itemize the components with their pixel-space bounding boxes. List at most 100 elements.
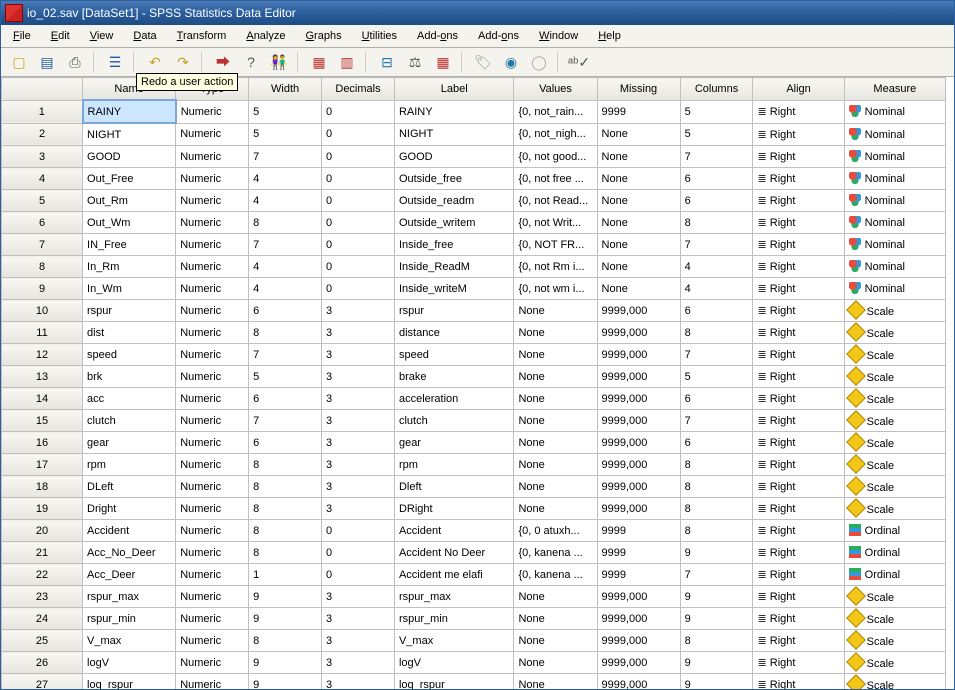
cell-missing[interactable]: None	[597, 278, 680, 300]
cell-missing[interactable]: None	[597, 212, 680, 234]
cell-width[interactable]: 4	[249, 168, 322, 190]
cell-width[interactable]: 8	[249, 542, 322, 564]
cell-columns[interactable]: 9	[680, 586, 753, 608]
cell-width[interactable]: 9	[249, 586, 322, 608]
cell-columns[interactable]: 9	[680, 542, 753, 564]
cell-measure[interactable]: Scale	[844, 432, 945, 454]
cell-width[interactable]: 7	[249, 234, 322, 256]
menu-view[interactable]: View	[84, 28, 120, 44]
cell-name[interactable]: Out_Rm	[83, 190, 176, 212]
cell-missing[interactable]: None	[597, 190, 680, 212]
cell-decimals[interactable]: 0	[322, 520, 395, 542]
cell-values[interactable]: None	[514, 498, 597, 520]
cell-values[interactable]: None	[514, 410, 597, 432]
row-header[interactable]: 20	[2, 520, 83, 542]
cell-decimals[interactable]: 0	[322, 278, 395, 300]
cell-type[interactable]: Numeric	[176, 256, 249, 278]
cell-missing[interactable]: 9999,000	[597, 586, 680, 608]
cell-measure[interactable]: Nominal	[844, 234, 945, 256]
cell-missing[interactable]: 9999,000	[597, 608, 680, 630]
cell-label[interactable]: clutch	[394, 410, 514, 432]
cell-type[interactable]: Numeric	[176, 278, 249, 300]
cell-name[interactable]: Out_Free	[83, 168, 176, 190]
cell-name[interactable]: NIGHT	[83, 123, 176, 146]
cell-columns[interactable]: 7	[680, 410, 753, 432]
cell-values[interactable]: None	[514, 454, 597, 476]
cell-name[interactable]: Acc_No_Deer	[83, 542, 176, 564]
cell-decimals[interactable]: 3	[322, 300, 395, 322]
cell-decimals[interactable]: 0	[322, 123, 395, 146]
cell-align[interactable]: Right	[753, 388, 844, 410]
cell-columns[interactable]: 9	[680, 608, 753, 630]
cell-values[interactable]: None	[514, 652, 597, 674]
cell-decimals[interactable]: 0	[322, 190, 395, 212]
row-header[interactable]: 21	[2, 542, 83, 564]
cell-label[interactable]: V_max	[394, 630, 514, 652]
cell-decimals[interactable]: 0	[322, 146, 395, 168]
row-header[interactable]: 14	[2, 388, 83, 410]
show-all-icon[interactable]: ◯	[527, 50, 551, 74]
cell-label[interactable]: Outside_readm	[394, 190, 514, 212]
cell-type[interactable]: Numeric	[176, 123, 249, 146]
row-header[interactable]: 24	[2, 608, 83, 630]
cell-align[interactable]: Right	[753, 520, 844, 542]
cell-measure[interactable]: Scale	[844, 608, 945, 630]
cell-measure[interactable]: Ordinal	[844, 564, 945, 586]
cell-decimals[interactable]: 3	[322, 454, 395, 476]
insert-var-icon[interactable]: ▥	[335, 50, 359, 74]
cell-align[interactable]: Right	[753, 608, 844, 630]
cell-align[interactable]: Right	[753, 410, 844, 432]
menu-addons-1[interactable]: Add-ons	[411, 28, 464, 44]
goto-case-icon[interactable]: ⮕	[211, 50, 235, 74]
cell-label[interactable]: rpm	[394, 454, 514, 476]
cell-align[interactable]: Right	[753, 366, 844, 388]
cell-columns[interactable]: 9	[680, 652, 753, 674]
cell-name[interactable]: clutch	[83, 410, 176, 432]
cell-values[interactable]: {0, kanena ...	[514, 564, 597, 586]
row-header[interactable]: 13	[2, 366, 83, 388]
cell-decimals[interactable]: 3	[322, 498, 395, 520]
variable-grid[interactable]: Name Type Width Decimals Label Values Mi…	[1, 77, 954, 689]
cell-values[interactable]: {0, not Rm i...	[514, 256, 597, 278]
cell-decimals[interactable]: 3	[322, 476, 395, 498]
cell-align[interactable]: Right	[753, 586, 844, 608]
cell-align[interactable]: Right	[753, 498, 844, 520]
row-header[interactable]: 10	[2, 300, 83, 322]
cell-columns[interactable]: 8	[680, 630, 753, 652]
cell-type[interactable]: Numeric	[176, 608, 249, 630]
open-icon[interactable]: ▢	[7, 50, 31, 74]
cell-label[interactable]: acceleration	[394, 388, 514, 410]
cell-width[interactable]: 1	[249, 564, 322, 586]
find-icon[interactable]: 👫	[267, 50, 291, 74]
cell-missing[interactable]: 9999,000	[597, 366, 680, 388]
cell-columns[interactable]: 8	[680, 520, 753, 542]
undo-icon[interactable]: ↶	[143, 50, 167, 74]
cell-label[interactable]: RAINY	[394, 100, 514, 123]
cell-measure[interactable]: Nominal	[844, 146, 945, 168]
split-icon[interactable]: ⊟	[375, 50, 399, 74]
cell-decimals[interactable]: 3	[322, 344, 395, 366]
cell-type[interactable]: Numeric	[176, 564, 249, 586]
cell-columns[interactable]: 7	[680, 234, 753, 256]
cell-values[interactable]: {0, NOT FR...	[514, 234, 597, 256]
cell-label[interactable]: Dleft	[394, 476, 514, 498]
cell-name[interactable]: rspur_min	[83, 608, 176, 630]
cell-name[interactable]: logV	[83, 652, 176, 674]
cell-columns[interactable]: 8	[680, 454, 753, 476]
cell-name[interactable]: gear	[83, 432, 176, 454]
cell-align[interactable]: Right	[753, 212, 844, 234]
cell-measure[interactable]: Scale	[844, 586, 945, 608]
cell-measure[interactable]: Scale	[844, 454, 945, 476]
cell-align[interactable]: Right	[753, 454, 844, 476]
menu-utilities[interactable]: Utilities	[356, 28, 403, 44]
cell-measure[interactable]: Scale	[844, 476, 945, 498]
row-header[interactable]: 3	[2, 146, 83, 168]
cell-name[interactable]: Out_Wm	[83, 212, 176, 234]
cell-missing[interactable]: 9999,000	[597, 630, 680, 652]
cell-decimals[interactable]: 0	[322, 542, 395, 564]
cell-values[interactable]: None	[514, 344, 597, 366]
cell-name[interactable]: V_max	[83, 630, 176, 652]
cell-measure[interactable]: Scale	[844, 410, 945, 432]
cell-columns[interactable]: 7	[680, 564, 753, 586]
row-header[interactable]: 25	[2, 630, 83, 652]
